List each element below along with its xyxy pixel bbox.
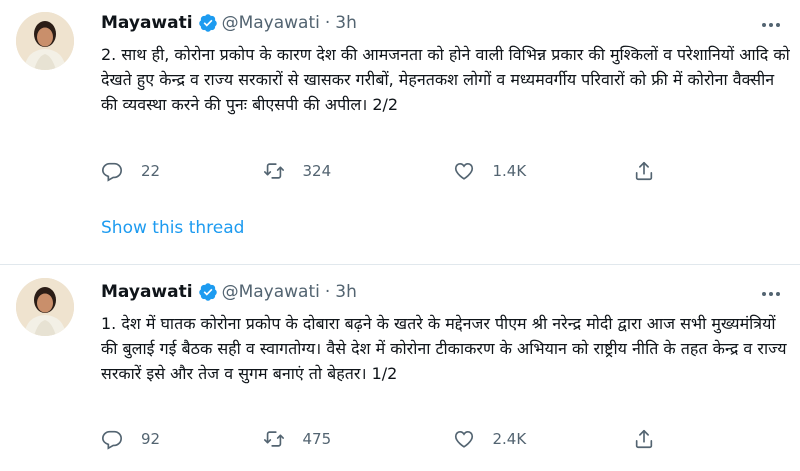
retweet-icon (263, 428, 285, 450)
author-name[interactable]: Mayawati (101, 282, 193, 302)
author-name[interactable]: Mayawati (101, 13, 193, 33)
more-options-icon[interactable] (762, 290, 780, 298)
like-count: 2.4K (492, 430, 527, 448)
share-icon (633, 428, 655, 450)
show-thread-link[interactable]: Show this thread (101, 218, 244, 238)
verified-badge-icon (198, 282, 218, 302)
author-handle[interactable]: @Mayawati (222, 282, 320, 302)
retweet-icon (263, 160, 285, 182)
retweet-button[interactable]: 324 (263, 160, 453, 182)
author-handle[interactable]: @Mayawati (222, 13, 320, 33)
tweet-actions: 22 324 1.4K (101, 158, 671, 184)
tweet[interactable]: Mayawati @Mayawati · 3h 2. साथ ही, कोरोन… (0, 0, 800, 265)
timestamp[interactable]: 3h (335, 13, 357, 33)
like-icon (453, 428, 475, 450)
retweet-button[interactable]: 475 (263, 428, 453, 450)
reply-icon (101, 160, 123, 182)
retweet-count: 475 (302, 430, 332, 448)
tweet-text: 2. साथ ही, कोरोना प्रकोप के कारण देश की … (101, 45, 790, 114)
timestamp[interactable]: 3h (335, 282, 357, 302)
verified-badge-icon (198, 13, 218, 33)
reply-count: 92 (141, 430, 161, 448)
reply-button[interactable]: 22 (101, 160, 263, 182)
reply-count: 22 (141, 162, 161, 180)
like-button[interactable]: 1.4K (453, 160, 634, 182)
like-count: 1.4K (492, 162, 527, 180)
like-icon (453, 160, 475, 182)
tweet-header: Mayawati @Mayawati · 3h (101, 11, 357, 35)
separator-dot: · (324, 13, 331, 33)
share-button[interactable] (633, 428, 671, 450)
tweet-text: 1. देश में घातक कोरोना प्रकोप के दोबारा … (101, 314, 787, 383)
tweet-header: Mayawati @Mayawati · 3h (101, 280, 357, 304)
tweet-divider (0, 264, 800, 265)
retweet-count: 324 (302, 162, 332, 180)
like-button[interactable]: 2.4K (453, 428, 634, 450)
tweet-actions: 92 475 2.4K (101, 426, 671, 452)
share-button[interactable] (633, 160, 671, 182)
reply-icon (101, 428, 123, 450)
avatar[interactable] (16, 12, 74, 70)
separator-dot: · (324, 282, 331, 302)
avatar[interactable] (16, 278, 74, 336)
tweet[interactable]: Mayawati @Mayawati · 3h 1. देश में घातक … (0, 266, 800, 471)
share-icon (633, 160, 655, 182)
more-options-icon[interactable] (762, 21, 780, 29)
reply-button[interactable]: 92 (101, 428, 263, 450)
